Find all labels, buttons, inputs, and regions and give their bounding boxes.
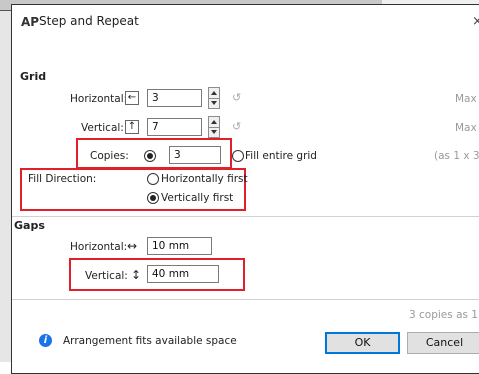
copies-summary: 3 copies as 1 x 3 [409, 309, 479, 321]
grid-vertical-label: Vertical: [81, 122, 124, 134]
grid-horizontal-input[interactable]: 3 [147, 89, 202, 107]
grid-vertical-stepper[interactable] [208, 116, 220, 138]
grid-horizontal-max-label: Max : [455, 93, 479, 105]
grid-horizontal-reset-icon[interactable]: ↺ [232, 91, 241, 104]
info-icon: i [39, 334, 52, 347]
copies-label: Copies: [90, 150, 129, 162]
grid-horizontal-label: Horizontal: [70, 93, 128, 105]
grid-vertical-input[interactable]: 7 [147, 118, 202, 136]
vertical-gap-icon: ↕ [131, 268, 142, 282]
app-logo-icon: AP [21, 15, 40, 29]
copies-as-label: (as 1 x 3) [434, 150, 479, 162]
copies-input[interactable]: 3 [169, 146, 221, 164]
section-divider [12, 216, 479, 217]
grid-vertical-reset-icon[interactable]: ↺ [232, 120, 241, 133]
grid-vertical-max-label: Max [455, 122, 477, 134]
arrow-up-icon: ↑ [125, 120, 139, 134]
gaps-vertical-label: Vertical: [85, 270, 128, 282]
footer-divider [12, 299, 479, 300]
vertically-first-label[interactable]: Vertically first [161, 192, 233, 204]
grid-section-label: Grid [20, 70, 47, 83]
horizontally-first-radio[interactable] [147, 173, 159, 185]
vertically-first-radio[interactable] [147, 192, 159, 204]
step-and-repeat-dialog: AP Step and Repeat × Grid Horizontal: ← … [11, 4, 479, 374]
horizontally-first-label[interactable]: Horizontally first [161, 173, 248, 185]
close-icon[interactable]: × [472, 14, 479, 29]
gaps-section-label: Gaps [14, 219, 45, 232]
horizontal-gap-icon: ↔ [127, 239, 138, 253]
gaps-vertical-input[interactable]: 40 mm [147, 265, 219, 283]
fill-direction-label: Fill Direction: [28, 173, 97, 185]
fill-entire-grid-radio[interactable] [232, 150, 244, 162]
cancel-button[interactable]: Cancel [407, 332, 479, 354]
gaps-horizontal-input[interactable]: 10 mm [147, 237, 212, 255]
arrangement-status-text: Arrangement fits available space [63, 335, 237, 347]
grid-horizontal-stepper[interactable] [208, 87, 220, 109]
arrow-left-icon: ← [125, 91, 139, 105]
dialog-title: Step and Repeat [39, 14, 139, 28]
copies-radio[interactable] [144, 150, 156, 162]
gaps-horizontal-label: Horizontal: [70, 241, 128, 253]
ok-button[interactable]: OK [325, 332, 400, 354]
fill-entire-grid-label[interactable]: Fill entire grid [245, 150, 317, 162]
